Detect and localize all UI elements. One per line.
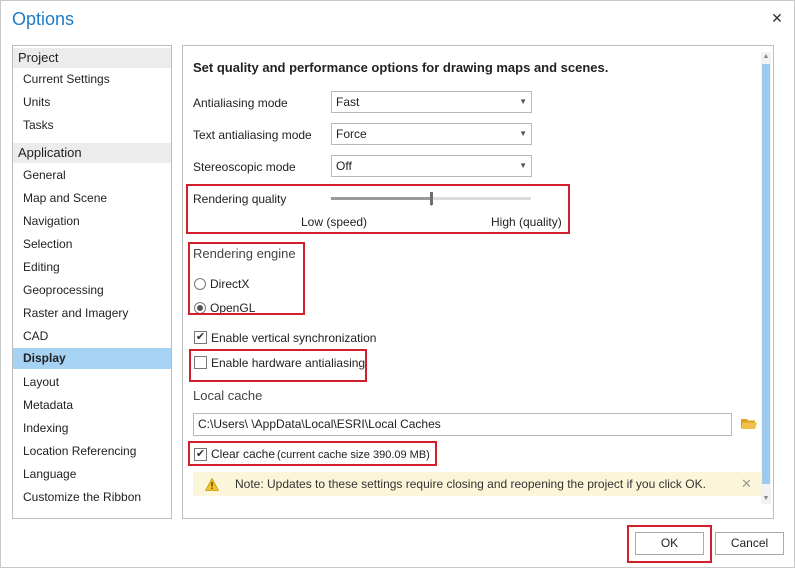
note-text: Note: Updates to these settings require …	[235, 477, 706, 491]
nav-item-display[interactable]: Display	[13, 348, 171, 369]
text-antialiasing-mode-label: Text antialiasing mode	[193, 128, 312, 142]
hardware-antialiasing-label: Enable hardware antialiasing	[211, 356, 366, 370]
panel-heading: Set quality and performance options for …	[193, 60, 609, 75]
opengl-label: OpenGL	[210, 301, 256, 315]
options-nav: Project Current Settings Units Tasks App…	[12, 45, 172, 519]
nav-group-application: Application	[13, 143, 171, 163]
vsync-checkbox[interactable]: ✔	[194, 331, 207, 344]
scroll-up-icon[interactable]: ▲	[761, 52, 771, 62]
check-icon: ✔	[195, 331, 206, 343]
clear-cache-size: (current cache size 390.09 MB)	[277, 449, 430, 461]
dialog-title: Options	[12, 9, 75, 29]
dismiss-icon[interactable]: ✕	[741, 476, 752, 492]
panel-scrollbar[interactable]: ▲ ▼	[761, 52, 771, 504]
ok-button[interactable]: OK	[635, 532, 704, 555]
stereoscopic-mode-value: Off	[336, 159, 352, 173]
rendering-quality-label: Rendering quality	[193, 192, 287, 206]
clear-cache-label: Clear cache	[211, 447, 276, 461]
rendering-engine-label: Rendering engine	[193, 246, 296, 261]
nav-item-geoprocessing[interactable]: Geoprocessing	[13, 280, 171, 301]
local-cache-path-input[interactable]: C:\Users\ \AppData\Local\ESRI\Local Cach…	[193, 413, 732, 436]
nav-item-layout[interactable]: Layout	[13, 372, 171, 393]
text-antialiasing-mode-value: Force	[336, 127, 367, 141]
options-dialog: Options ✕ Project Current Settings Units…	[0, 0, 795, 568]
opengl-radio[interactable]	[194, 302, 206, 314]
antialiasing-mode-label: Antialiasing mode	[193, 96, 288, 110]
clear-cache-checkbox[interactable]: ✔	[194, 448, 207, 461]
dropdown-arrow-icon: ▼	[519, 161, 527, 170]
stereoscopic-mode-label: Stereoscopic mode	[193, 160, 296, 174]
close-icon[interactable]: ✕	[770, 11, 784, 25]
nav-item-selection[interactable]: Selection	[13, 234, 171, 255]
directx-radio[interactable]	[194, 278, 206, 290]
nav-item-general[interactable]: General	[13, 165, 171, 186]
rendering-quality-low-label: Low (speed)	[301, 215, 368, 229]
dropdown-arrow-icon: ▼	[519, 129, 527, 138]
nav-item-location-referencing[interactable]: Location Referencing	[13, 441, 171, 462]
scrollbar-thumb[interactable]	[762, 64, 770, 484]
nav-item-indexing[interactable]: Indexing	[13, 418, 171, 439]
vsync-label: Enable vertical synchronization	[211, 331, 377, 345]
dropdown-arrow-icon: ▼	[519, 97, 527, 106]
slider-thumb[interactable]	[430, 192, 433, 205]
note-banner: Note: Updates to these settings require …	[193, 472, 763, 496]
hardware-antialiasing-checkbox[interactable]	[194, 356, 207, 369]
nav-item-raster-and-imagery[interactable]: Raster and Imagery	[13, 303, 171, 324]
antialiasing-mode-value: Fast	[336, 95, 360, 109]
slider-fill	[331, 197, 431, 200]
text-antialiasing-mode-select[interactable]: Force ▼	[331, 123, 532, 145]
scroll-down-icon[interactable]: ▼	[761, 494, 771, 504]
nav-item-metadata[interactable]: Metadata	[13, 395, 171, 416]
nav-item-current-settings[interactable]: Current Settings	[13, 69, 171, 90]
folder-icon[interactable]	[741, 417, 757, 430]
nav-item-units[interactable]: Units	[13, 92, 171, 113]
nav-item-language[interactable]: Language	[13, 464, 171, 485]
display-settings-panel: Set quality and performance options for …	[182, 45, 774, 519]
rendering-quality-high-label: High (quality)	[491, 215, 562, 229]
nav-item-tasks[interactable]: Tasks	[13, 115, 171, 136]
nav-item-editing[interactable]: Editing	[13, 257, 171, 278]
stereoscopic-mode-select[interactable]: Off ▼	[331, 155, 532, 177]
nav-item-customize-the-ribbon[interactable]: Customize the Ribbon	[13, 487, 171, 508]
nav-item-navigation[interactable]: Navigation	[13, 211, 171, 232]
nav-item-cad[interactable]: CAD	[13, 326, 171, 347]
cancel-button[interactable]: Cancel	[715, 532, 784, 555]
antialiasing-mode-select[interactable]: Fast ▼	[331, 91, 532, 113]
nav-item-map-and-scene[interactable]: Map and Scene	[13, 188, 171, 209]
directx-label: DirectX	[210, 277, 250, 291]
check-icon: ✔	[195, 448, 206, 460]
rendering-quality-slider[interactable]	[331, 192, 531, 206]
local-cache-label: Local cache	[193, 388, 263, 403]
warning-icon	[205, 478, 219, 491]
nav-group-project: Project	[13, 48, 171, 68]
